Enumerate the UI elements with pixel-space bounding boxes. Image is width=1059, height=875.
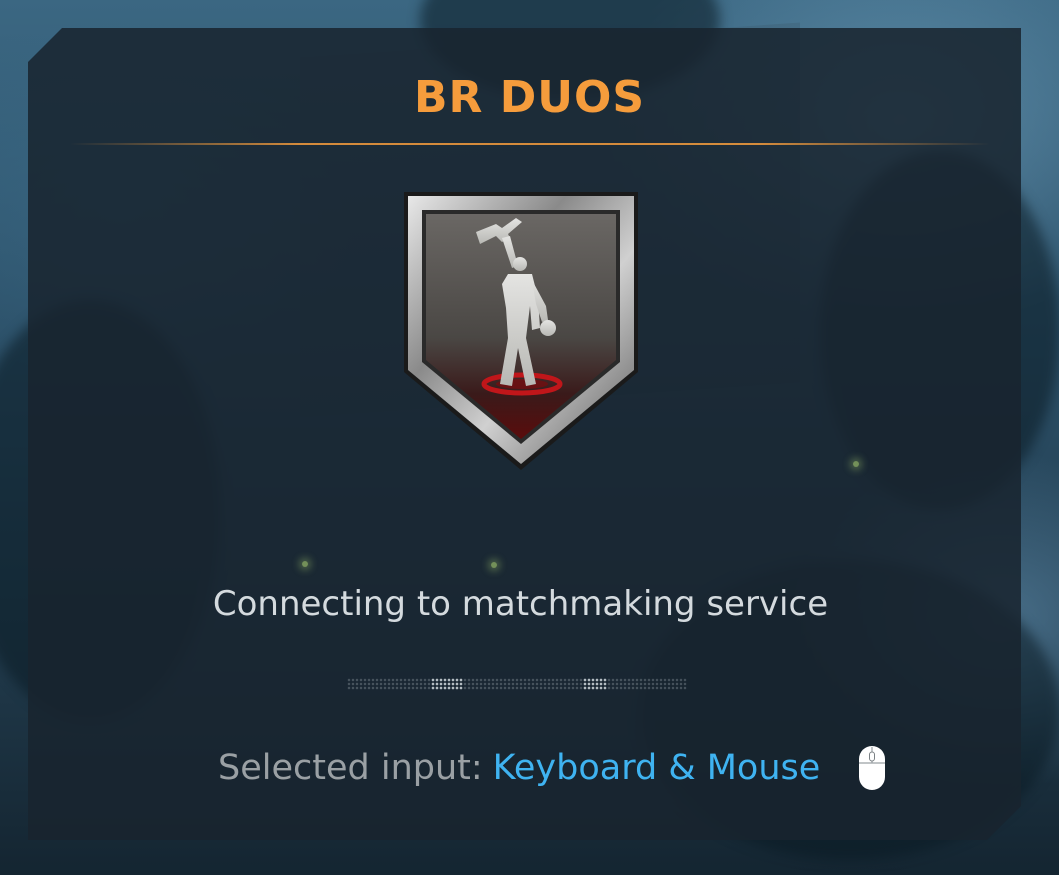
matchmaking-progress-bar [347,678,687,690]
soldier-emblem-icon [404,192,638,470]
selected-input-row: Selected input: Keyboard & Mouse [218,744,886,792]
mouse-icon [859,746,886,790]
ambient-particle [491,562,497,568]
background-scene: BR DUOS Connecting to matchmaking servic… [0,0,1059,875]
ambient-particle [302,561,308,567]
matchmaking-status-text: Connecting to matchmaking service [212,584,829,624]
selected-input-label: Selected input: [218,748,483,788]
progress-highlight [431,678,463,690]
selected-input-value: Keyboard & Mouse [492,748,821,788]
title-divider [70,143,990,145]
progress-highlight [583,678,607,690]
mode-title: BR DUOS [413,72,646,123]
ambient-particle [853,461,859,467]
